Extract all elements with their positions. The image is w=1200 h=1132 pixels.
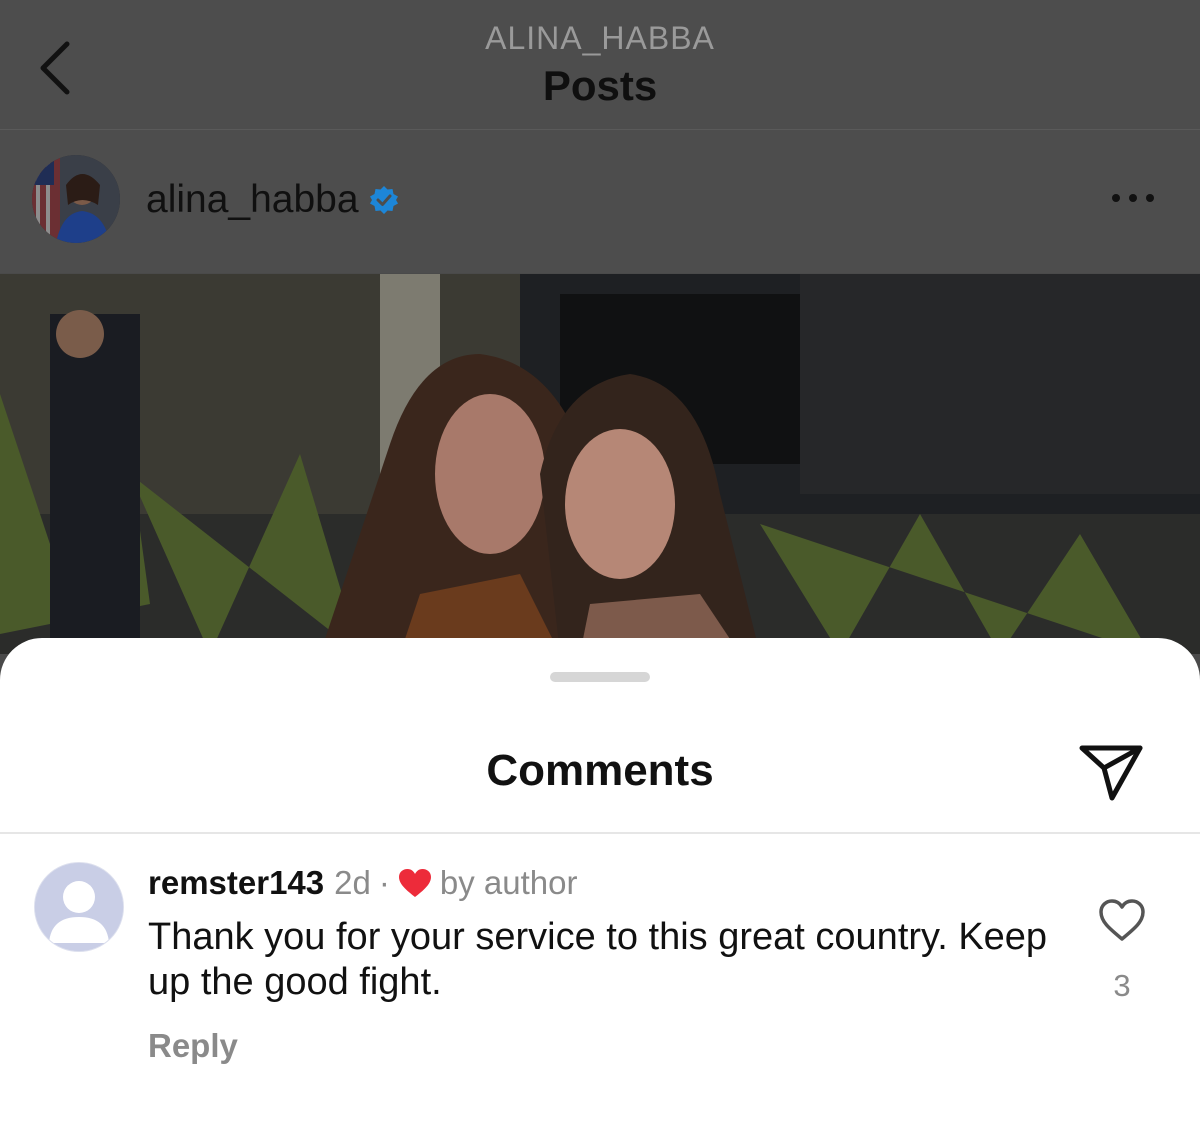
page-title: Posts xyxy=(542,62,658,109)
sheet-drag-handle[interactable] xyxy=(550,672,650,682)
reply-button[interactable]: Reply xyxy=(148,1027,238,1065)
liked-by-author-label: by author xyxy=(439,864,578,901)
avatar-placeholder-icon xyxy=(35,863,123,951)
comments-sheet: Comments remster143 2d · by author Thank… xyxy=(0,638,1200,1132)
comment-meta: remster143 2d · by author xyxy=(148,864,577,902)
comment-time: 2d xyxy=(334,864,371,901)
heart-outline-icon xyxy=(1099,899,1145,941)
top-bar: ALINA_HABBA Posts xyxy=(0,0,1200,130)
avatar-image xyxy=(32,155,120,243)
more-icon xyxy=(1112,194,1120,202)
author-avatar[interactable] xyxy=(32,155,120,243)
comment-username[interactable]: remster143 xyxy=(148,864,324,902)
comments-title: Comments xyxy=(486,746,714,795)
account-name: ALINA_HABBA xyxy=(485,20,715,56)
verified-icon xyxy=(369,186,398,214)
author-username[interactable]: alina_habba xyxy=(146,178,359,222)
heart-filled-icon xyxy=(398,869,431,897)
share-button[interactable] xyxy=(1078,742,1144,802)
post-author[interactable]: alina_habba xyxy=(146,178,399,222)
share-icon xyxy=(1079,745,1143,801)
post-photo[interactable] xyxy=(0,274,1200,654)
meta-separator: · xyxy=(378,864,390,901)
comment-like-count: 3 xyxy=(1113,968,1131,1003)
comment-like-button[interactable] xyxy=(1098,898,1146,942)
photo-image xyxy=(0,274,1200,654)
commenter-avatar[interactable] xyxy=(34,862,124,952)
more-options-button[interactable] xyxy=(1112,188,1164,208)
comment-text: Thank you for your service to this great… xyxy=(148,916,1048,1003)
divider xyxy=(0,832,1200,834)
